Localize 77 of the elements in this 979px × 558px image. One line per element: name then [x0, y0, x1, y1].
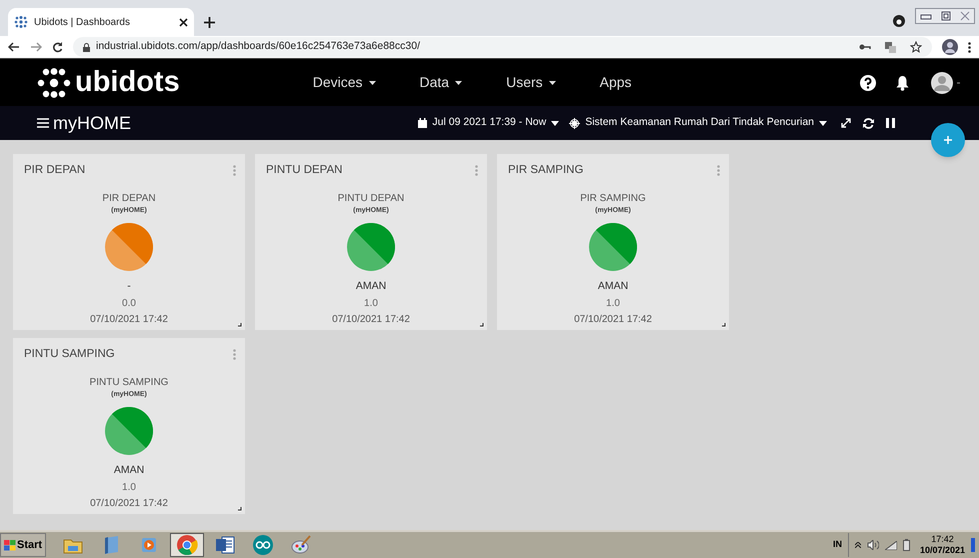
chevron-up-icon[interactable] [854, 542, 861, 548]
menu-icon[interactable] [37, 118, 49, 128]
logo-text: ubidots [75, 68, 180, 97]
timestamp: 07/10/2021 17:42 [90, 496, 168, 510]
value-text: 1.0 [122, 480, 136, 494]
device-name: PIR DEPAN [102, 192, 156, 206]
speaker-icon[interactable] [866, 540, 879, 550]
expand-icon[interactable] [841, 118, 851, 128]
start-button[interactable]: Start [0, 533, 46, 557]
close-icon[interactable] [179, 18, 188, 26]
nav-dropdown[interactable]: Users [506, 72, 556, 93]
chip-icon [569, 118, 580, 128]
widget-title: PINTU SAMPING [24, 347, 115, 362]
bell-icon[interactable] [896, 74, 909, 90]
record-icon [893, 15, 905, 27]
taskbar-chrome-button[interactable] [170, 533, 204, 557]
timestamp: 07/10/2021 17:42 [574, 312, 652, 326]
translate-icon[interactable] [885, 42, 896, 52]
timestamp: 07/10/2021 17:42 [90, 312, 168, 326]
status-text: AMAN [114, 462, 144, 478]
battery-icon[interactable] [902, 539, 910, 551]
document-icon [214, 534, 236, 556]
reload-icon[interactable] [52, 42, 63, 52]
pause-icon[interactable] [886, 118, 895, 128]
chrome-icon [176, 534, 198, 556]
url-text: industrial.ubidots.com/app/dashboards/60e16c254763e73a6e88cc30/ [96, 39, 421, 54]
dots-logo-icon [14, 16, 28, 28]
ubidots-logo-icon [37, 68, 71, 98]
lock-icon [83, 42, 90, 52]
value-text: 1.0 [606, 296, 620, 310]
nav-dropdown[interactable]: Devices [312, 72, 376, 93]
nav-dropdown[interactable]: Data [420, 72, 462, 93]
new-tab-icon[interactable] [204, 17, 215, 28]
widget-title: PINTU DEPAN [266, 163, 342, 178]
help-icon[interactable] [860, 74, 876, 90]
value-text: 0.0 [122, 296, 136, 310]
resize-handle-icon[interactable] [722, 323, 726, 327]
widget-title: PIR DEPAN [24, 163, 86, 178]
resize-handle-icon[interactable] [238, 323, 242, 327]
star-icon[interactable] [910, 41, 922, 53]
nav-link[interactable]: Apps [600, 72, 632, 93]
device-name: PIR SAMPING [580, 192, 646, 206]
date-range-button[interactable]: Jul 09 2021 17:39 - Now [418, 115, 560, 131]
network-bars-icon[interactable] [884, 540, 897, 550]
status-text: AMAN [598, 278, 628, 294]
caret-icon [819, 120, 827, 126]
clock[interactable]: 17:42 10/07/2021 [920, 534, 965, 556]
resize-handle-icon[interactable] [238, 507, 242, 511]
refresh-icon[interactable] [863, 118, 874, 128]
palette-icon [290, 534, 312, 556]
device-name: PINTU DEPAN [338, 192, 404, 206]
status-text: - [127, 278, 131, 294]
forward-icon[interactable] [30, 42, 42, 52]
value-text: 1.0 [364, 296, 378, 310]
avatar-icon[interactable] [942, 39, 958, 55]
caret-icon [551, 120, 560, 126]
user-avatar-icon[interactable] [931, 72, 961, 94]
device-name: PINTU SAMPING [90, 376, 168, 390]
plus-icon [943, 135, 953, 145]
browser-tab[interactable]: Ubidots | Dashboards [8, 8, 194, 36]
menu-icon[interactable] [968, 42, 971, 52]
tab-title: Ubidots | Dashboards [34, 16, 131, 30]
resize-handle-icon[interactable] [480, 323, 484, 327]
key-icon[interactable] [859, 43, 871, 51]
calendar-icon [418, 118, 428, 128]
device-filter-button[interactable]: Sistem Keamanan Rumah Dari Tindak Pencurian [569, 115, 827, 131]
widget-title: PIR SAMPING [508, 163, 584, 178]
windows-logo-icon [4, 540, 16, 550]
status-text: AMAN [356, 278, 386, 294]
dashboard-title[interactable]: myHOME [53, 110, 131, 136]
add-button[interactable] [931, 123, 965, 157]
back-icon[interactable] [8, 42, 20, 52]
timestamp: 07/10/2021 17:42 [332, 312, 410, 326]
language-indicator[interactable]: IN [832, 538, 842, 552]
address-bar[interactable]: industrial.ubidots.com/app/dashboards/60e16c254763e73a6e88cc30/ [73, 37, 932, 57]
infinity-icon [252, 534, 274, 556]
window-controls[interactable] [915, 8, 975, 24]
